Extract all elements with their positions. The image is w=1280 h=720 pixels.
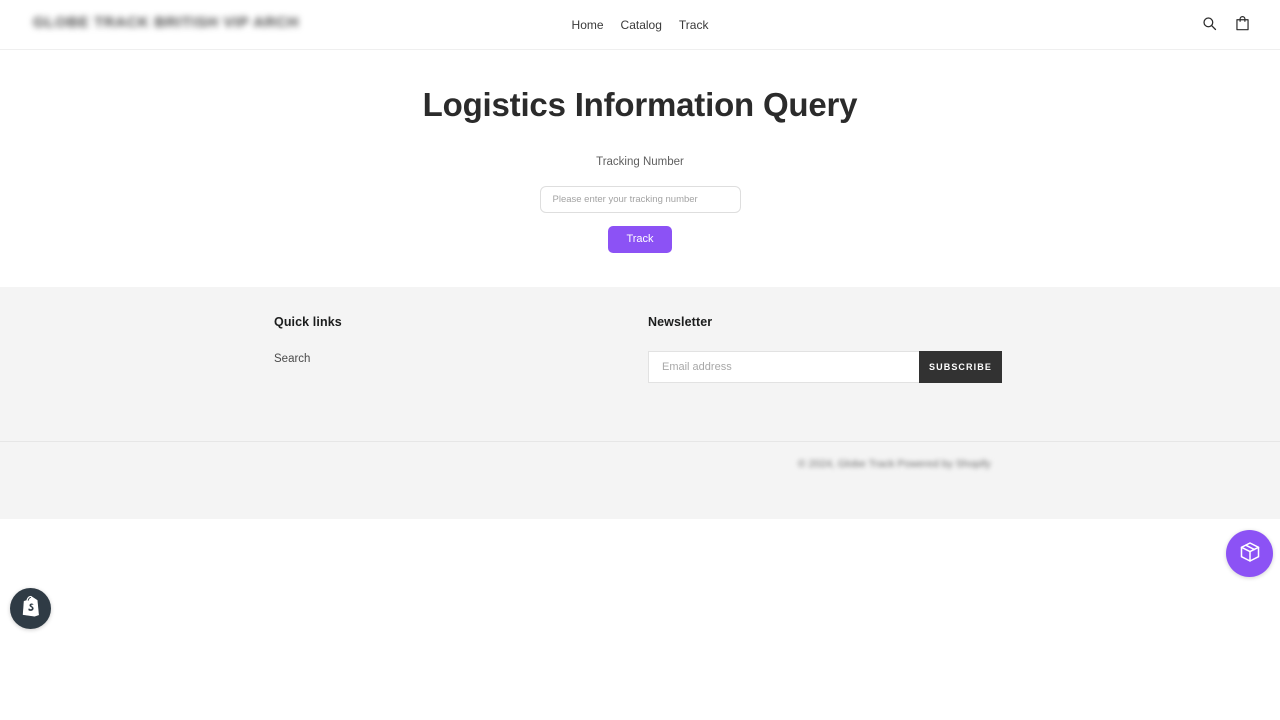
newsletter-email-input[interactable] — [648, 351, 919, 383]
tracking-input-row — [0, 186, 1280, 213]
footer-link-search[interactable]: Search — [274, 351, 342, 367]
header-icon-group — [1202, 15, 1250, 31]
track-button-row: Track — [0, 226, 1280, 253]
footer-bottom-bar: © 2024, Globe Track Powered by Shopify — [0, 442, 1280, 519]
search-icon[interactable] — [1202, 16, 1217, 31]
site-logo[interactable]: GLOBE TRACK BRITISH VIP ARCH — [33, 14, 299, 31]
subscribe-button[interactable]: SUBSCRIBE — [919, 351, 1002, 383]
nav-item-track[interactable]: Track — [679, 17, 709, 33]
site-header: GLOBE TRACK BRITISH VIP ARCH Home Catalo… — [0, 0, 1280, 50]
track-button[interactable]: Track — [608, 226, 672, 253]
footer-quick-links-column: Quick links Search — [274, 315, 342, 367]
newsletter-heading: Newsletter — [648, 315, 713, 329]
tracking-number-label: Tracking Number — [596, 156, 684, 168]
tracking-widget-button[interactable] — [1226, 530, 1273, 577]
main-content: Logistics Information Query Tracking Num… — [0, 50, 1280, 287]
shopping-bag-icon[interactable] — [1235, 15, 1250, 31]
shopify-badge[interactable] — [10, 588, 51, 629]
nav-item-catalog[interactable]: Catalog — [621, 17, 662, 33]
tracking-number-input[interactable] — [539, 186, 741, 213]
copyright-text: © 2024, Globe Track Powered by Shopify — [798, 458, 991, 470]
shopify-bag-icon — [20, 594, 42, 623]
footer-newsletter-column: Newsletter SUBSCRIBE — [648, 315, 1002, 383]
footer-columns: Quick links Search Newsletter SUBSCRIBE — [0, 287, 1280, 441]
quick-links-heading: Quick links — [274, 315, 342, 329]
newsletter-form: SUBSCRIBE — [648, 351, 1002, 383]
site-footer: Quick links Search Newsletter SUBSCRIBE … — [0, 287, 1280, 519]
package-box-icon — [1238, 540, 1262, 567]
main-navigation: Home Catalog Track — [572, 17, 709, 33]
nav-item-home[interactable]: Home — [572, 17, 604, 33]
page-title: Logistics Information Query — [422, 86, 858, 123]
